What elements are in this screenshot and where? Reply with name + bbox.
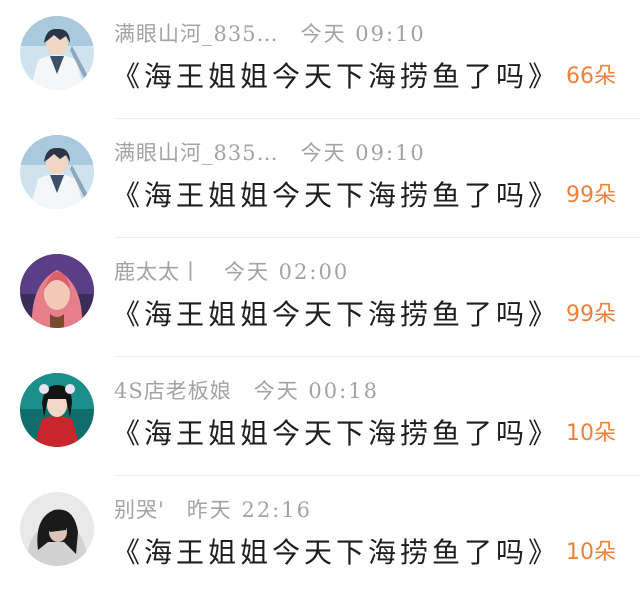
meta-line: 满眼山河_835… 今天 09:10: [114, 18, 426, 48]
username[interactable]: 别哭': [114, 498, 165, 522]
list-item[interactable]: 鹿太太丨 今天 02:00 《海王姐姐今天下海捞鱼了吗》 99朵: [0, 238, 640, 357]
flower-count: 99朵: [566, 302, 616, 327]
meta-line: 鹿太太丨 今天 02:00: [114, 256, 349, 286]
item-title: 《海王姐姐今天下海捞鱼了吗》: [112, 417, 561, 450]
timestamp: 今天 09:10: [300, 141, 426, 165]
anime-boy-avatar-icon[interactable]: [20, 16, 94, 90]
dark-hair-girl-avatar-icon[interactable]: [20, 492, 94, 566]
flower-count: 10朵: [566, 540, 616, 565]
flower-count: 99朵: [566, 183, 616, 208]
anime-boy-avatar-icon[interactable]: [20, 135, 94, 209]
pink-hair-girl-avatar-icon[interactable]: [20, 254, 94, 328]
item-title: 《海王姐姐今天下海捞鱼了吗》: [112, 179, 561, 212]
meta-line: 别哭' 昨天 22:16: [114, 494, 312, 524]
timestamp: 今天 02:00: [224, 260, 350, 284]
gift-list: 满眼山河_835… 今天 09:10 《海王姐姐今天下海捞鱼了吗》 66朵 满眼山…: [0, 0, 640, 595]
meta-line: 4S店老板娘 今天 00:18: [114, 375, 379, 405]
item-title: 《海王姐姐今天下海捞鱼了吗》: [112, 60, 561, 93]
list-item[interactable]: 满眼山河_835… 今天 09:10 《海王姐姐今天下海捞鱼了吗》 66朵: [0, 0, 640, 119]
timestamp: 昨天 22:16: [186, 498, 312, 522]
red-dress-girl-avatar-icon[interactable]: [20, 373, 94, 447]
meta-line: 满眼山河_835… 今天 09:10: [114, 137, 426, 167]
username[interactable]: 满眼山河_835…: [114, 141, 279, 165]
flower-count: 66朵: [566, 64, 616, 89]
username[interactable]: 满眼山河_835…: [114, 22, 279, 46]
list-item[interactable]: 满眼山河_835… 今天 09:10 《海王姐姐今天下海捞鱼了吗》 99朵: [0, 119, 640, 238]
item-title: 《海王姐姐今天下海捞鱼了吗》: [112, 536, 561, 569]
username[interactable]: 鹿太太丨: [114, 260, 202, 284]
item-title: 《海王姐姐今天下海捞鱼了吗》: [112, 298, 561, 331]
username[interactable]: 4S店老板娘: [114, 379, 232, 403]
list-item[interactable]: 别哭' 昨天 22:16 《海王姐姐今天下海捞鱼了吗》 10朵: [0, 476, 640, 595]
flower-count: 10朵: [566, 421, 616, 446]
list-item[interactable]: 4S店老板娘 今天 00:18 《海王姐姐今天下海捞鱼了吗》 10朵: [0, 357, 640, 476]
timestamp: 今天 09:10: [300, 22, 426, 46]
timestamp: 今天 00:18: [253, 379, 379, 403]
